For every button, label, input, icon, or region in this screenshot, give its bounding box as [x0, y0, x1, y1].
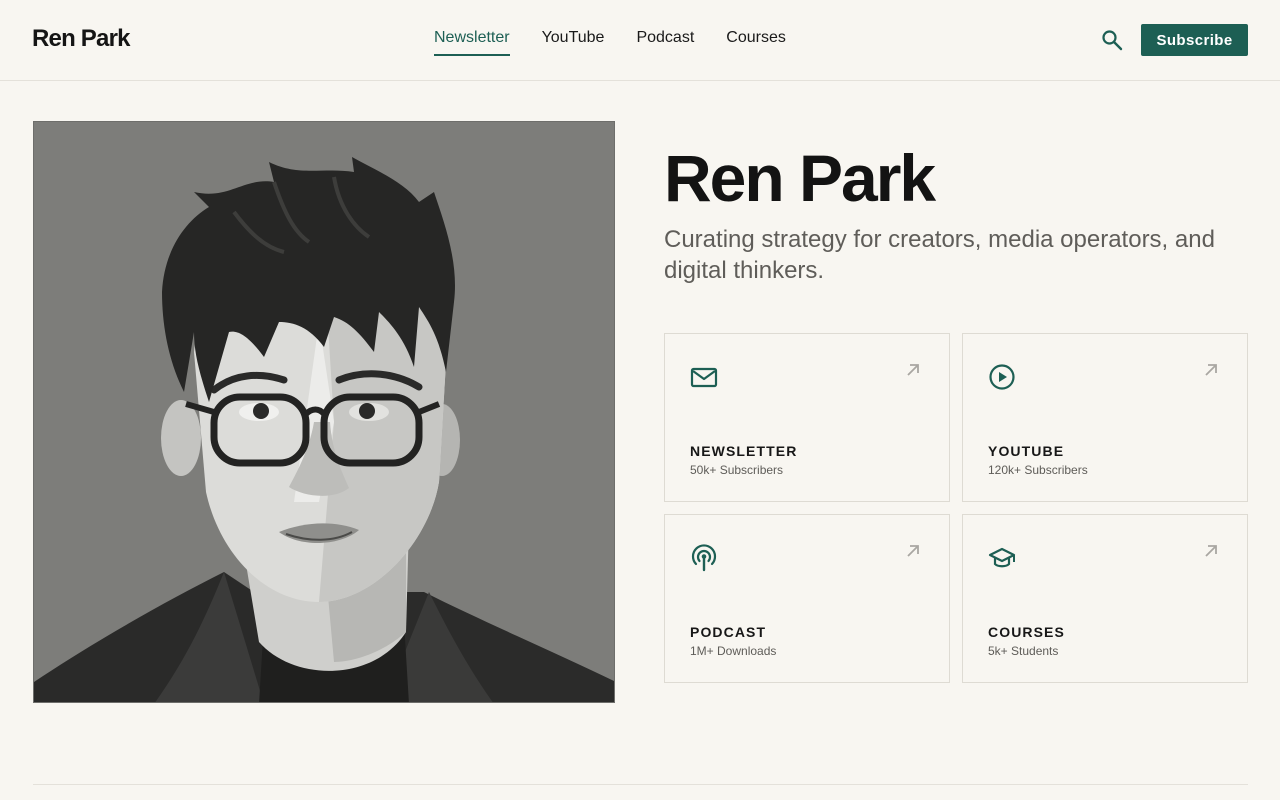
site-logo[interactable]: Ren Park [32, 25, 130, 53]
card-courses[interactable]: COURSES 5k+ Students [962, 514, 1248, 683]
hero-tagline: Curating strategy for creators, media op… [664, 226, 1215, 284]
card-title: YOUTUBE [988, 443, 1065, 459]
card-newsletter[interactable]: NEWSLETTER 50k+ Subscribers [664, 333, 950, 502]
graduation-cap-icon [988, 547, 1016, 568]
nav-youtube[interactable]: YouTube [542, 28, 605, 56]
arrow-up-right-icon [907, 364, 919, 376]
card-meta: 120k+ Subscribers [988, 463, 1088, 477]
play-circle-icon [989, 364, 1015, 390]
hero-name: Ren Park [664, 141, 936, 215]
nav-courses[interactable]: Courses [726, 28, 786, 56]
card-meta: 5k+ Students [988, 644, 1059, 658]
arrow-up-right-icon [1205, 364, 1217, 376]
arrow-up-right-icon [907, 545, 919, 557]
card-title: PODCAST [690, 624, 767, 640]
site-header: Ren Park Newsletter YouTube Podcast Cour… [0, 0, 1280, 81]
mail-icon [690, 367, 718, 388]
portrait-image [33, 121, 615, 703]
card-meta: 50k+ Subscribers [690, 463, 784, 477]
podcast-icon [691, 544, 717, 572]
main-nav: Newsletter YouTube Podcast Courses [434, 28, 786, 56]
footer-divider [33, 784, 1248, 785]
nav-podcast[interactable]: Podcast [636, 28, 694, 56]
card-title: NEWSLETTER [690, 443, 798, 459]
card-meta: 1M+ Downloads [690, 644, 777, 658]
card-youtube[interactable]: YOUTUBE 120k+ Subscribers [962, 333, 1248, 502]
subscribe-button[interactable]: Subscribe [1141, 24, 1248, 56]
arrow-up-right-icon [1205, 545, 1217, 557]
nav-newsletter[interactable]: Newsletter [434, 28, 510, 56]
search-icon[interactable] [1101, 29, 1123, 51]
card-podcast[interactable]: PODCAST 1M+ Downloads [664, 514, 950, 683]
card-title: COURSES [988, 624, 1065, 640]
